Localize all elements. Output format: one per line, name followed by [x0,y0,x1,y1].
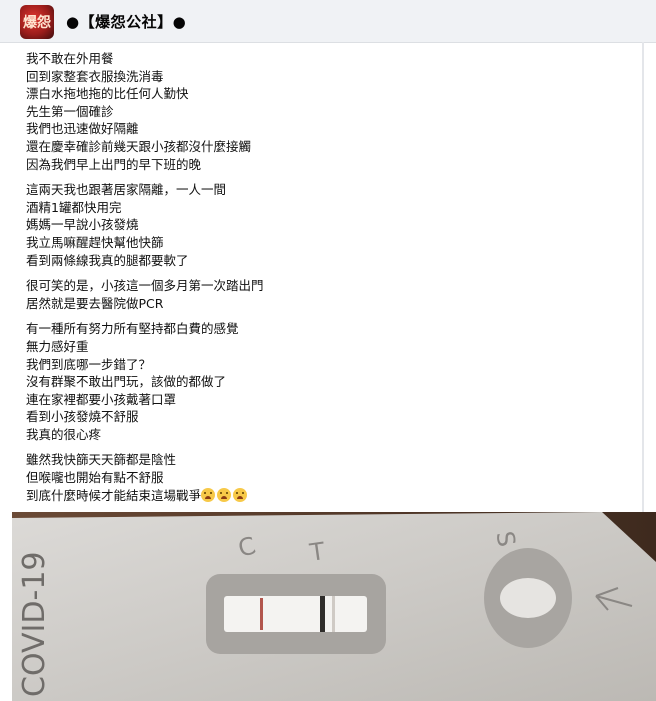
post-line: 我立馬嘛醒趕快幫他快篩 [26,234,164,250]
crying-face-icon [201,487,216,502]
post-line: 很可笑的是，小孩這一個多月第一次踏出門 [26,278,264,294]
post-line: 但喉嚨也開始有點不舒服 [26,470,164,486]
post-photo[interactable]: COVID-19 C T S [12,512,656,701]
page-title[interactable]: ●【爆怨公社】● [66,11,186,32]
post-line: 我們也迅速做好隔離 [26,121,139,137]
avatar-logo: 爆怨 [23,15,51,31]
post-line: 有一種所有努力所有堅持都白費的感覺 [26,321,239,337]
post-paragraph: 雖然我快篩天天篩都是陰性 但喉嚨也開始有點不舒服 到底什麼時候才能結束這場戰爭 [26,451,626,504]
rapid-test-image: COVID-19 C T S [12,512,656,701]
post-paragraph: 這兩天我也跟著居家隔離，一人一間 酒精1罐都快用完媽媽一早說小孩發燒 我立馬嘛醒趕快… [26,181,626,269]
scrollbar[interactable] [642,42,644,512]
post-line: 無力感好重 [26,338,89,354]
post-line: 媽媽一早說小孩發燒 [26,217,139,233]
post-line: 還在慶幸確診前幾天跟小孩都沒什麼接觸 [26,138,252,154]
post-paragraph: 很可笑的是，小孩這一個多月第一次踏出門 居然就是要去醫院做PCR [26,277,626,312]
crying-face-icon [217,487,232,502]
post-line: 這兩天我也跟著居家隔離，一人一間 [26,182,227,198]
cassette-brand: COVID-19 [17,551,52,697]
post-line: 酒精1罐都快用完 [26,199,122,215]
post-line: 連在家裡都要小孩戴著口罩 [26,391,177,407]
post-line: 回到家整套衣服換洗消毒 [26,68,164,84]
post-line: 我真的很心疼 [26,426,102,442]
post-paragraph: 我不敢在外用餐回到家整套衣服換洗消毒漂白水拖地拖的比任何人勤快 先生第一個確診我們… [26,50,626,173]
post-header: 爆怨 ●【爆怨公社】● [0,0,656,43]
post-paragraph: 有一種所有努力所有堅持都白費的感覺 無力感好重我們到底哪一步錯了？ 沒有群聚不敢出門… [26,320,626,443]
post-line: 沒有群聚不敢出門玩，該做的都做了 [26,374,227,390]
post-line: 雖然我快篩天天篩都是陰性 [26,452,177,468]
post-line: 我們到底哪一步錯了？ [26,356,152,372]
result-window [224,596,367,632]
post-line: 看到兩條線我真的腿都要軟了 [26,252,189,268]
post-line: 居然就是要去醫院做PCR [26,295,164,311]
post-body: 我不敢在外用餐回到家整套衣服換洗消毒漂白水拖地拖的比任何人勤快 先生第一個確診我們… [26,50,626,512]
control-line [260,598,263,630]
post-line: 先生第一個確診 [26,103,114,119]
crying-face-icon [233,487,248,502]
post-line: 漂白水拖地拖的比任何人勤快 [26,86,189,102]
post-line: 看到小孩發燒不舒服 [26,409,139,425]
sample-well [500,578,556,618]
test-line [320,596,325,632]
test-line-shadow [332,596,335,632]
post-line: 因為我們早上出門的早下班的晚 [26,156,202,172]
page-avatar[interactable]: 爆怨 [20,5,54,39]
post-line: 我不敢在外用餐 [26,51,114,66]
post-line: 到底什麼時候才能結束這場戰爭 [26,487,626,505]
